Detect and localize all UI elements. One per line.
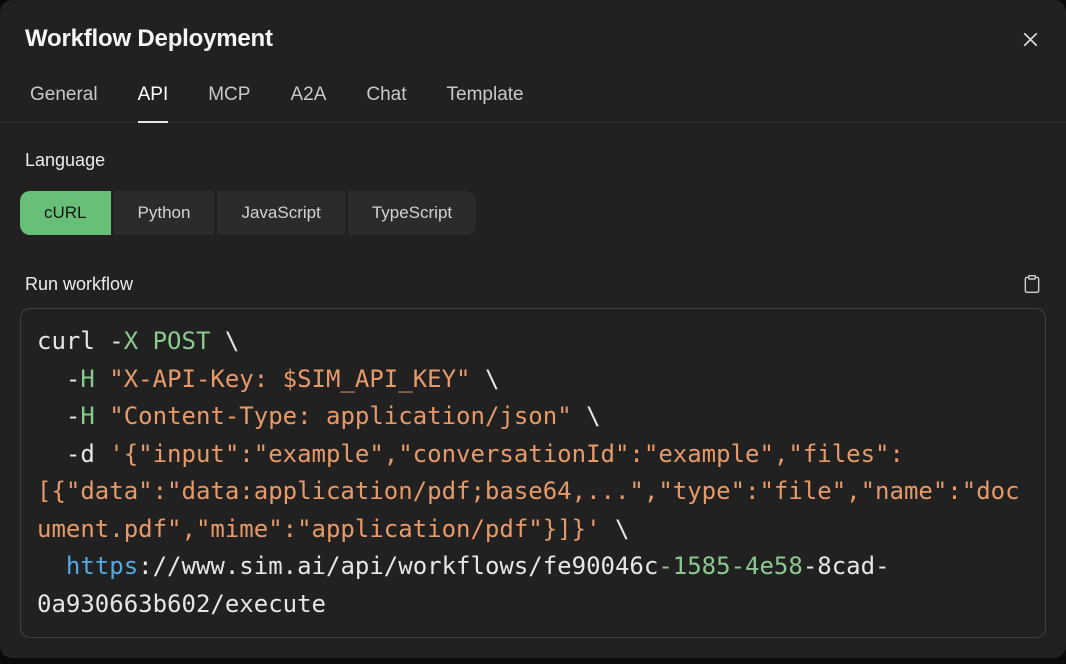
- code-token: -d: [37, 440, 109, 468]
- run-workflow-label: Run workflow: [25, 273, 133, 295]
- code-line: ument.pdf","mime":"application/pdf"}]}' …: [37, 511, 1029, 549]
- code-token: https: [66, 552, 138, 580]
- code-token: \: [471, 365, 500, 393]
- code-token: \: [210, 327, 239, 355]
- code-token: -: [37, 402, 80, 430]
- language-option-typescript[interactable]: TypeScript: [348, 191, 476, 235]
- code-token: ://www.sim.ai/api/workflows/fe90046c: [138, 552, 658, 580]
- code-token: H: [80, 365, 94, 393]
- tab-template[interactable]: Template: [447, 83, 524, 123]
- workflow-deployment-dialog: Workflow Deployment General API MCP A2A Chat…: [0, 0, 1066, 658]
- code-token: [95, 402, 109, 430]
- code-line: 0a930663b602/execute: [37, 586, 1029, 624]
- code-token: H: [80, 402, 94, 430]
- close-icon: [1019, 28, 1042, 51]
- code-line: curl -X POST \: [37, 323, 1029, 361]
- tab-general[interactable]: General: [30, 83, 98, 123]
- language-label: Language: [25, 149, 1046, 171]
- code-token: 0a930663b602/execute: [37, 590, 326, 618]
- tab-mcp[interactable]: MCP: [208, 83, 250, 123]
- run-workflow-row: Run workflow: [20, 273, 1046, 295]
- language-selector: cURLPythonJavaScriptTypeScript: [20, 191, 1046, 235]
- code-token: "Content-Type: application/json": [109, 402, 571, 430]
- code-token: \: [572, 402, 601, 430]
- language-option-javascript[interactable]: JavaScript: [217, 191, 344, 235]
- dialog-title: Workflow Deployment: [25, 24, 273, 53]
- code-token: -8cad-: [803, 552, 890, 580]
- code-token: '{"input":"example","conversationId":"ex…: [109, 440, 904, 468]
- code-token: [{"data":"data:application/pdf;base64,..…: [37, 477, 1020, 505]
- language-option-python[interactable]: Python: [114, 191, 215, 235]
- code-line: [{"data":"data:application/pdf;base64,..…: [37, 473, 1029, 511]
- code-line: -d '{"input":"example","conversationId":…: [37, 436, 1029, 474]
- code-token: \: [601, 515, 630, 543]
- clipboard-icon: [1022, 273, 1042, 295]
- code-token: -: [37, 365, 80, 393]
- code-line: -H "Content-Type: application/json" \: [37, 398, 1029, 436]
- close-button[interactable]: [1017, 26, 1044, 53]
- tab-a2a[interactable]: A2A: [290, 83, 326, 123]
- code-token: "X-API-Key: $SIM_API_KEY": [109, 365, 470, 393]
- code-line: -H "X-API-Key: $SIM_API_KEY" \: [37, 361, 1029, 399]
- copy-code-button[interactable]: [1022, 273, 1042, 295]
- code-token: -4e58: [731, 552, 803, 580]
- code-token: [37, 552, 66, 580]
- code-token: [95, 365, 109, 393]
- dialog-header: Workflow Deployment: [20, 0, 1046, 53]
- code-token: ument.pdf","mime":"application/pdf"}]}': [37, 515, 601, 543]
- tab-bar: General API MCP A2A Chat Template: [0, 83, 1066, 123]
- code-token: curl -: [37, 327, 124, 355]
- code-line: https://www.sim.ai/api/workflows/fe90046…: [37, 548, 1029, 586]
- code-token: X POST: [124, 327, 211, 355]
- tab-api[interactable]: API: [138, 83, 169, 123]
- code-block: curl -X POST \ -H "X-API-Key: $SIM_API_K…: [20, 308, 1046, 638]
- language-option-curl[interactable]: cURL: [20, 191, 111, 235]
- code-token: -1585: [658, 552, 730, 580]
- tab-chat[interactable]: Chat: [366, 83, 406, 123]
